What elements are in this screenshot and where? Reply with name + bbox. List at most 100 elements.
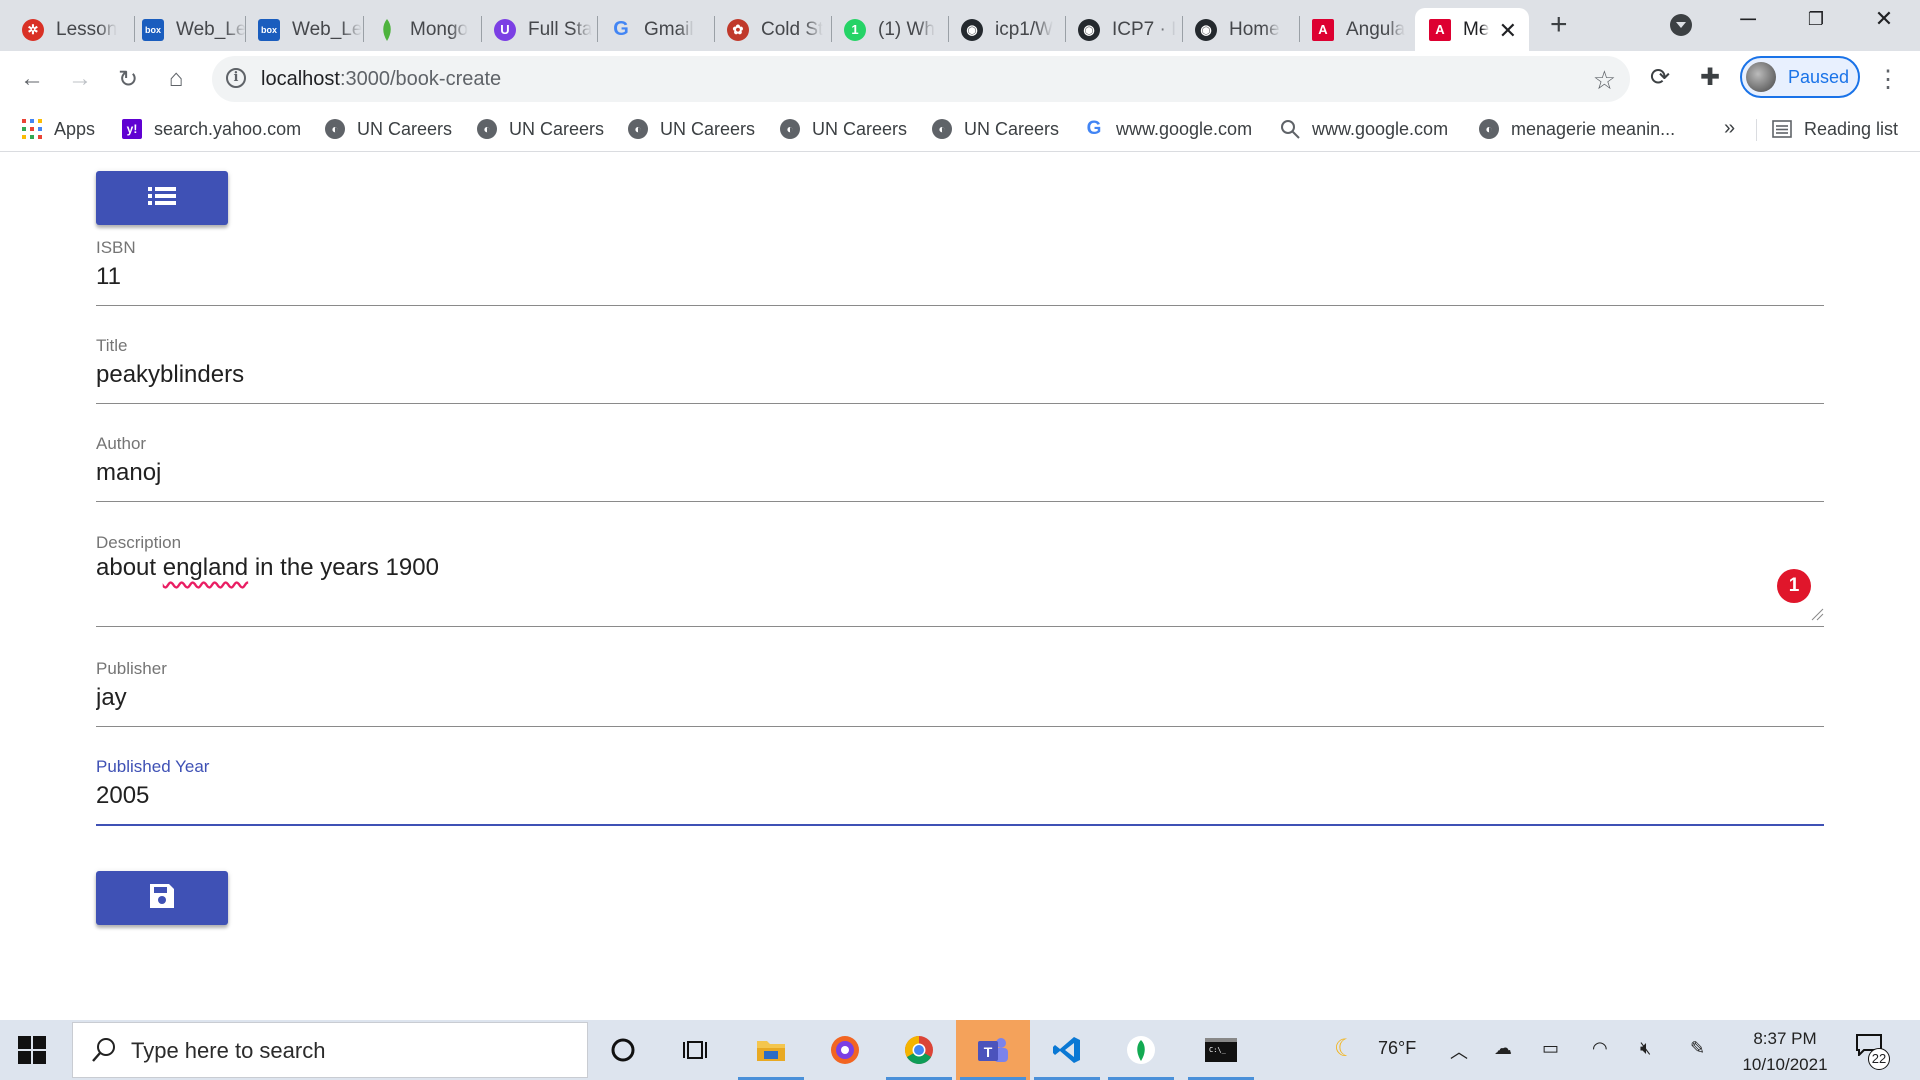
isbn-underline [96, 305, 1824, 306]
clock-date: 10/10/2021 [1742, 1055, 1828, 1074]
url-text[interactable]: localhost:3000/book-create [261, 68, 501, 91]
bookmark-un-careers-5[interactable]: ◐ UN Careers [932, 115, 1059, 143]
isbn-input[interactable] [96, 260, 1824, 294]
tab-label: Web_Le [292, 18, 362, 40]
title-input[interactable] [96, 358, 1824, 392]
vscode-icon[interactable] [1030, 1020, 1104, 1080]
published-year-input[interactable] [96, 779, 1824, 813]
bookmark-un-careers-3[interactable]: ◐ UN Careers [628, 115, 755, 143]
chrome-icon[interactable] [882, 1020, 956, 1080]
battery-icon[interactable]: ▭ [1542, 1038, 1559, 1059]
bookmark-un-careers-2[interactable]: ◐ UN Careers [477, 115, 604, 143]
url-path: :3000/book-create [339, 68, 502, 90]
tab-whatsapp[interactable]: 1 (1) Wh [830, 8, 948, 51]
misspelled-word[interactable]: england [163, 554, 248, 581]
taskbar-search-box[interactable]: Type here to search [72, 1022, 588, 1078]
box-icon: box [142, 18, 164, 41]
weather-temperature[interactable]: 76°F [1378, 1038, 1416, 1059]
file-explorer-icon[interactable] [734, 1020, 808, 1080]
profile-button[interactable]: Paused [1740, 56, 1860, 98]
lesson-icon: ✲ [22, 18, 44, 41]
extensions-puzzle-icon[interactable]: ✚ [1700, 63, 1720, 92]
tab-web-le-1[interactable]: box Web_Le [128, 8, 246, 51]
wifi-icon[interactable]: ◠ [1592, 1038, 1608, 1059]
tab-search-icon[interactable] [1670, 14, 1692, 36]
bookmark-google[interactable]: G www.google.com [1084, 115, 1252, 143]
tab-cold-stone[interactable]: ✿ Cold St [713, 8, 831, 51]
bookmark-google-search[interactable]: www.google.com [1280, 115, 1448, 143]
tab-label: Angula [1346, 18, 1406, 40]
sync-extension-icon[interactable]: ⟳ [1650, 63, 1670, 92]
resize-grip-icon[interactable] [1810, 607, 1824, 621]
tab-full-stack[interactable]: U Full Sta [480, 8, 598, 51]
system-clock[interactable]: 8:37 PM 10/10/2021 [1730, 1026, 1840, 1078]
new-tab-button[interactable]: + [1550, 8, 1568, 42]
book-list-button[interactable] [96, 171, 228, 225]
site-info-icon[interactable]: i [226, 68, 246, 88]
published-year-label: Published Year [96, 757, 210, 776]
onedrive-cloud-icon[interactable]: ☁ [1494, 1038, 1512, 1059]
bookmark-yahoo[interactable]: y! search.yahoo.com [122, 115, 301, 143]
reload-icon[interactable]: ↻ [112, 63, 144, 95]
isbn-label: ISBN [96, 238, 136, 257]
bookmark-star-icon[interactable]: ☆ [1593, 65, 1616, 96]
bookmark-un-careers-1[interactable]: ◐ UN Careers [325, 115, 452, 143]
tab-icp1[interactable]: ◉ icp1/W [947, 8, 1065, 51]
show-hidden-icons-icon[interactable]: ︿ [1450, 1038, 1468, 1064]
bookmarks-overflow-icon[interactable]: » [1724, 117, 1735, 140]
volume-muted-icon[interactable]: 🔇︎ [1640, 1038, 1651, 1059]
description-field: Description about england in the years 1… [96, 533, 1824, 628]
tab-active[interactable]: A Me ✕ [1415, 8, 1529, 51]
weather-moon-icon[interactable]: ☾ [1334, 1034, 1356, 1063]
tab-label: (1) Wh [878, 18, 935, 40]
windows-start-icon[interactable] [18, 1036, 46, 1064]
mongodb-compass-icon[interactable] [1104, 1020, 1178, 1080]
terminal-icon[interactable]: C:\_ [1184, 1020, 1258, 1080]
bookmark-apps[interactable]: Apps [22, 115, 95, 143]
angular-icon: A [1429, 18, 1451, 41]
author-underline [96, 501, 1824, 502]
bookmark-label: UN Careers [964, 118, 1060, 139]
cortana-icon[interactable] [586, 1020, 660, 1080]
restore-icon[interactable]: ❐ [1796, 9, 1836, 30]
minimize-icon[interactable]: ─ [1728, 6, 1768, 32]
bookmark-un-careers-4[interactable]: ◐ UN Careers [780, 115, 907, 143]
author-field: Author [96, 434, 1824, 504]
description-textarea[interactable]: about england in the years 1900 [96, 554, 1824, 618]
save-button[interactable] [96, 871, 228, 925]
tab-lesson[interactable]: ✲ Lesson [8, 8, 136, 51]
microsoft-teams-icon[interactable]: T [956, 1020, 1030, 1080]
reading-list-button[interactable]: Reading list [1772, 115, 1898, 143]
bookmark-label: UN Careers [509, 118, 605, 139]
profile-status: Paused [1788, 67, 1850, 87]
grammar-issue-badge[interactable]: 1 [1777, 569, 1811, 603]
home-icon[interactable]: ⌂ [160, 63, 192, 95]
brave-browser-icon[interactable] [808, 1020, 882, 1080]
task-view-icon[interactable] [660, 1020, 734, 1080]
browser-toolbar: ← → ↻ ⌂ i localhost:3000/book-create ☆ ⟳… [0, 51, 1920, 107]
globe-icon: ◐ [780, 119, 800, 139]
tab-web-le-2[interactable]: box Web_Le [244, 8, 362, 51]
tab-icp7[interactable]: ◉ ICP7 · I [1064, 8, 1182, 51]
forward-icon[interactable]: → [64, 63, 96, 95]
github-icon: ◉ [1195, 18, 1217, 41]
tab-home[interactable]: ◉ Home [1181, 8, 1299, 51]
action-center-icon[interactable]: 22 [1856, 1034, 1890, 1070]
tab-label: Gmail [644, 18, 694, 40]
close-tab-icon[interactable]: ✕ [1499, 18, 1517, 44]
mongodb-leaf-icon [376, 18, 398, 41]
back-icon[interactable]: ← [16, 63, 48, 95]
publisher-input[interactable] [96, 681, 1824, 715]
author-input[interactable] [96, 456, 1824, 490]
close-window-icon[interactable]: ✕ [1864, 6, 1904, 32]
bookmark-menagerie[interactable]: ◐ menagerie meanin... [1479, 115, 1675, 143]
tab-gmail[interactable]: G Gmail [596, 8, 714, 51]
tab-mongo[interactable]: Mongo [362, 8, 480, 51]
publisher-field: Publisher [96, 659, 1824, 729]
tab-label: ICP7 · I [1112, 18, 1177, 40]
pen-workspace-icon[interactable]: ✎ [1690, 1038, 1705, 1059]
tab-angular[interactable]: A Angula [1298, 8, 1416, 51]
address-bar[interactable]: i localhost:3000/book-create ☆ [212, 56, 1630, 102]
menu-kebab-icon[interactable]: ⋮ [1876, 65, 1900, 94]
tab-label: icp1/W [995, 18, 1054, 40]
